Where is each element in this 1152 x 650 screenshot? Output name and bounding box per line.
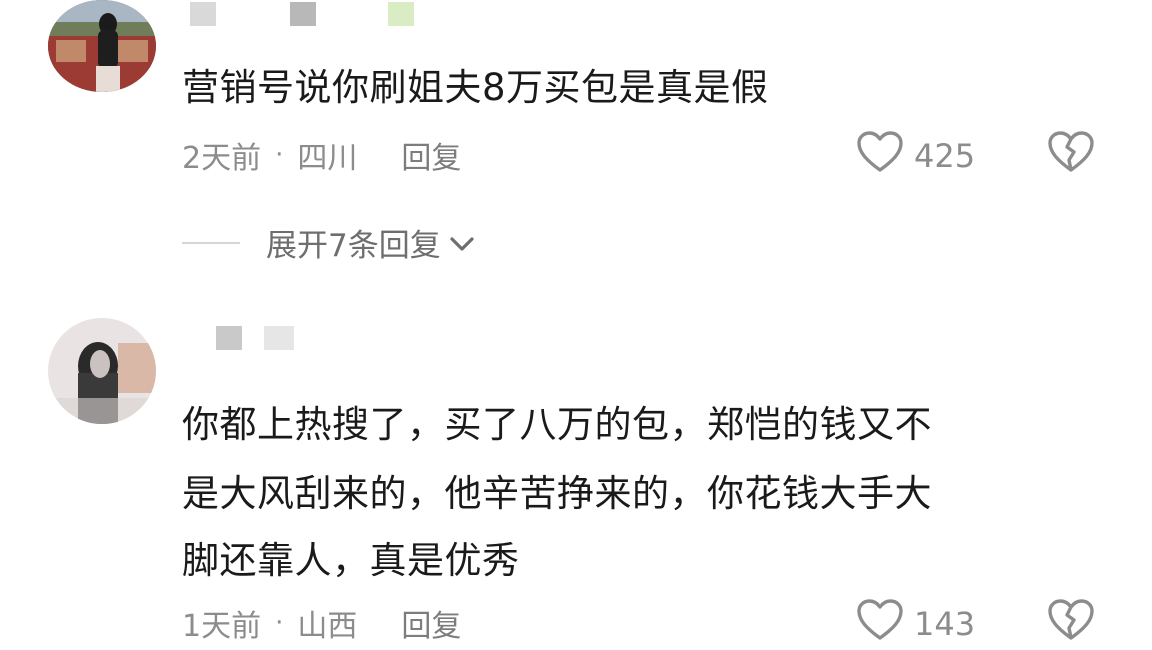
comment-meta: 1天前 · 山西 回复	[182, 601, 461, 645]
name-block	[388, 2, 414, 26]
name-block	[338, 2, 366, 26]
chevron-down-icon	[449, 225, 475, 261]
comment-text-line-1: 你都上热搜了，买了八万的包，郑恺的钱又不	[182, 403, 932, 446]
comment-time: 1天前	[182, 609, 262, 644]
like-button[interactable]: 425	[856, 130, 975, 182]
like-button[interactable]: 143	[856, 598, 975, 650]
meta-dot: ·	[275, 608, 284, 638]
dislike-button[interactable]	[1047, 130, 1095, 178]
like-count: 143	[914, 605, 976, 643]
name-block	[190, 2, 216, 26]
comment-meta: 2天前 · 四川 回复	[182, 133, 461, 177]
reply-button[interactable]: 回复	[401, 133, 461, 177]
broken-heart-icon	[1047, 599, 1095, 646]
heart-icon	[856, 130, 904, 182]
name-block	[264, 326, 294, 350]
broken-heart-icon	[1047, 131, 1095, 178]
comment-text-line-3: 脚还靠人，真是优秀	[182, 539, 520, 582]
comment-text-line-2: 是大风刮来的，他辛苦挣来的，你花钱大手大	[182, 472, 932, 515]
expand-replies-button[interactable]: 展开7条回复	[182, 220, 475, 265]
dislike-button[interactable]	[1047, 598, 1095, 646]
username-blurred-1[interactable]	[190, 2, 414, 26]
heart-icon	[856, 598, 904, 650]
reply-button[interactable]: 回复	[401, 601, 461, 645]
name-block	[238, 2, 268, 26]
avatar-comment-2[interactable]	[48, 318, 156, 424]
divider-line	[182, 241, 240, 244]
comment-location: 山西	[297, 609, 358, 644]
comment-time: 2天前	[182, 141, 262, 176]
meta-dot: ·	[275, 140, 284, 170]
name-block	[290, 2, 316, 26]
avatar-comment-1[interactable]	[48, 0, 156, 92]
username-blurred-2[interactable]	[216, 326, 294, 350]
name-block	[216, 326, 242, 350]
comment-location: 四川	[297, 141, 358, 176]
like-count: 425	[914, 137, 976, 175]
expand-replies-label: 展开7条回复	[266, 228, 441, 264]
comment-text: 营销号说你刷姐夫8万买包是真是假	[182, 66, 769, 109]
